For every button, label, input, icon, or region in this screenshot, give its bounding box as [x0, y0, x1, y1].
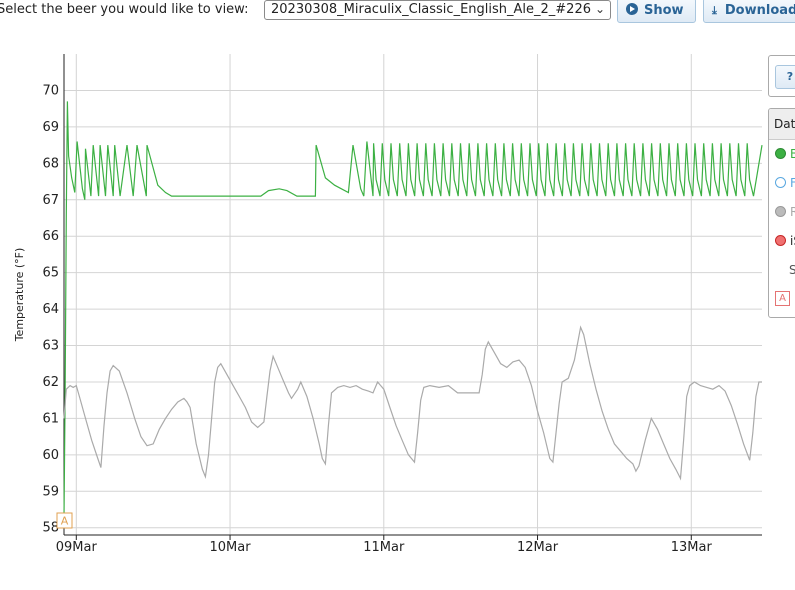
legend-label: F	[790, 176, 795, 190]
download-button[interactable]: ⤓ Download	[703, 0, 795, 23]
legend-panel-header: Dat	[769, 109, 795, 140]
legend-item-r[interactable]: R	[775, 205, 795, 219]
chart-grid	[64, 54, 762, 535]
legend-item-s[interactable]: S	[789, 263, 795, 277]
help-panel: ?	[768, 55, 795, 97]
x-tick-label: 11Mar	[363, 540, 405, 555]
y-tick-label: 70	[42, 83, 59, 98]
y-tick-label: 66	[42, 229, 59, 244]
y-tick-label: 63	[42, 339, 59, 354]
temperature-chart[interactable]: 09Mar 10Mar 11Mar 12Mar 13Mar 58596061626364…	[0, 30, 768, 560]
legend-dot	[775, 206, 786, 217]
x-axis: 09Mar 10Mar 11Mar 12Mar 13Mar	[56, 534, 762, 555]
show-button-label: Show	[644, 3, 684, 18]
beer-select-label: Select the beer you would like to view:	[0, 2, 249, 17]
y-tick-label: 62	[42, 375, 59, 390]
series-line-1	[63, 325, 762, 481]
y-axis: 58596061626364656667686970	[42, 54, 65, 536]
annotation-marker[interactable]: A	[56, 512, 73, 529]
y-axis-label: Temperature (°F)	[13, 248, 26, 343]
beer-select-value: 20230308_Miraculix_Classic_English_Ale_2…	[271, 2, 591, 17]
annotation-toggle[interactable]: A	[775, 291, 790, 306]
legend-item-b[interactable]: B	[775, 147, 795, 161]
y-tick-label: 69	[42, 120, 59, 135]
beer-select[interactable]: 20230308_Miraculix_Classic_English_Ale_2…	[264, 0, 611, 20]
y-tick-label: 64	[42, 302, 59, 317]
y-tick-label: 67	[42, 193, 59, 208]
y-tick-label: 65	[42, 266, 59, 281]
legend-dot	[775, 235, 786, 246]
y-tick-label: 68	[42, 156, 59, 171]
legend-item-f[interactable]: F	[775, 176, 795, 190]
legend-label: iS	[790, 234, 795, 248]
download-icon: ⤓	[712, 4, 717, 17]
legend-item-is[interactable]: iS	[775, 234, 795, 248]
legend-label: R	[790, 205, 795, 219]
annotation-label: A	[61, 515, 69, 528]
x-tick-label: 10Mar	[210, 540, 252, 555]
x-tick-label: 13Mar	[671, 540, 713, 555]
download-button-label: Download	[724, 3, 795, 18]
x-tick-label: 09Mar	[56, 540, 98, 555]
legend-dot	[775, 177, 786, 188]
x-tick-label: 12Mar	[517, 540, 559, 555]
y-tick-label: 60	[42, 448, 59, 463]
chevron-down-icon: ⌄	[594, 2, 605, 16]
help-button[interactable]: ?	[775, 65, 795, 89]
legend-label: B	[790, 147, 795, 161]
show-button[interactable]: Show	[617, 0, 696, 23]
legend-label: S	[789, 263, 795, 277]
data-legend-panel: Dat B F R iS S A	[768, 108, 795, 318]
play-icon	[626, 3, 638, 15]
y-tick-label: 59	[42, 484, 59, 499]
y-tick-label: 61	[42, 411, 59, 426]
legend-dot	[775, 148, 786, 159]
top-toolbar: Select the beer you would like to view: …	[0, 0, 795, 26]
